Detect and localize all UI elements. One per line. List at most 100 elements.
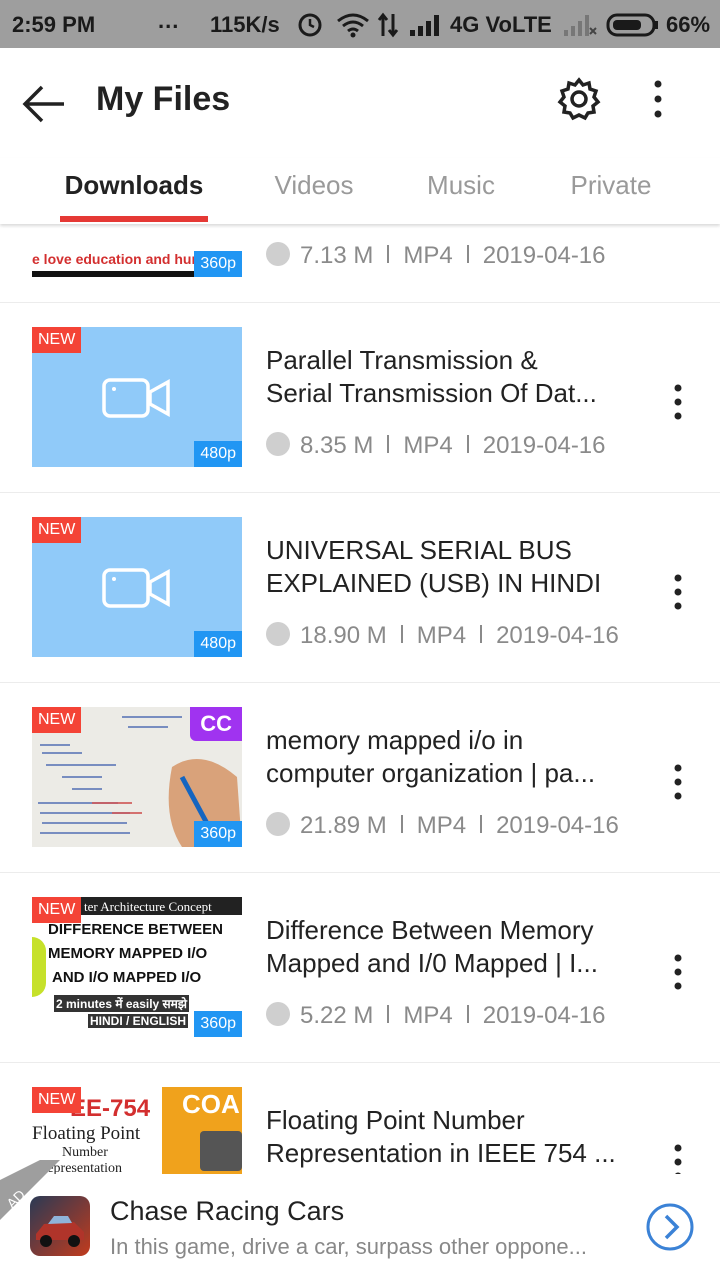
video-title[interactable]: UNIVERSAL SERIAL BUS EXPLAINED (USB) IN … xyxy=(266,534,626,600)
item-more-icon[interactable] xyxy=(660,572,696,612)
signal-icon xyxy=(410,15,439,36)
downloaded-check-icon xyxy=(266,242,290,266)
list-item[interactable]: EE-754 COA Floating Point Number Represe… xyxy=(0,1062,720,1174)
wifi-icon xyxy=(337,13,369,38)
meta-divider xyxy=(466,1005,469,1023)
item-more-icon[interactable] xyxy=(660,1142,696,1174)
file-date: 2019-04-16 xyxy=(482,1002,606,1029)
downloaded-check-icon xyxy=(266,432,290,456)
video-title-line1: Parallel Transmission & xyxy=(266,345,538,375)
video-camera-icon xyxy=(102,568,170,608)
resolution-badge: 480p xyxy=(194,631,242,657)
video-thumbnail[interactable]: NEW 480p xyxy=(32,517,242,657)
resolution-badge: 360p xyxy=(194,251,242,277)
tab-videos[interactable]: Videos xyxy=(252,170,376,201)
thumbnail-line: 2 minutes में easily समझे xyxy=(54,995,189,1012)
downloaded-check-icon xyxy=(266,1002,290,1026)
video-title-line2: computer organization | pa... xyxy=(266,758,596,788)
thumbnail-line: EE-754 xyxy=(70,1095,151,1122)
file-format: MP4 xyxy=(403,1002,453,1029)
file-date: 2019-04-16 xyxy=(482,432,606,459)
file-format: MP4 xyxy=(416,622,467,649)
tab-music[interactable]: Music xyxy=(402,170,520,201)
downloaded-check-icon xyxy=(266,622,290,646)
item-more-icon[interactable] xyxy=(660,762,696,802)
video-title-line1: memory mapped i/o in xyxy=(266,725,524,755)
list-item[interactable]: e love education and humanity 360p 7.13 … xyxy=(0,224,720,303)
video-title-line2: Mapped and I/0 Mapped | I... xyxy=(266,948,598,978)
new-badge: NEW xyxy=(32,327,82,353)
page-title: My Files xyxy=(96,80,231,118)
app-bar: My Files xyxy=(0,48,720,158)
video-title-line2: EXPLAINED (USB) IN HINDI xyxy=(266,568,602,598)
back-arrow-icon[interactable] xyxy=(18,78,70,130)
video-title-line1: UNIVERSAL SERIAL BUS xyxy=(266,535,572,565)
list-item[interactable]: NEW 480p Parallel Transmission & Serial … xyxy=(0,302,720,493)
video-title[interactable]: Parallel Transmission & Serial Transmiss… xyxy=(266,344,626,410)
tab-downloads[interactable]: Downloads xyxy=(60,170,208,201)
video-title-line2: Representation in IEEE 754 ... xyxy=(266,1138,616,1168)
item-more-icon[interactable] xyxy=(660,952,696,992)
new-badge: NEW xyxy=(32,517,82,543)
thumbnail-line: ter Architecture Concept xyxy=(84,899,212,914)
video-title-line2: Serial Transmission Of Dat... xyxy=(266,378,597,408)
item-more-icon[interactable] xyxy=(660,382,696,422)
file-format: MP4 xyxy=(403,432,453,459)
battery-icon xyxy=(606,13,658,37)
status-net-speed: 115K/s xyxy=(210,12,280,37)
video-title[interactable]: Floating Point Number Representation in … xyxy=(266,1104,626,1170)
tab-private[interactable]: Private xyxy=(552,170,670,201)
meta-divider xyxy=(387,245,390,263)
video-camera-icon xyxy=(102,378,170,418)
video-thumbnail[interactable]: ter Architecture Concept DIFFERENCE BETW… xyxy=(32,897,242,1037)
more-options-icon[interactable] xyxy=(640,76,676,122)
file-date: 2019-04-16 xyxy=(482,242,606,269)
video-title[interactable]: memory mapped i/o in computer organizati… xyxy=(266,724,626,790)
new-badge: NEW xyxy=(32,1087,82,1113)
file-date: 2019-04-16 xyxy=(496,622,619,649)
meta-divider xyxy=(480,815,483,833)
thumbnail-line: HINDI / ENGLISH xyxy=(88,1014,189,1028)
meta-divider xyxy=(400,815,403,833)
thumbnail-bar xyxy=(32,271,202,277)
file-size: 8.35 M xyxy=(300,432,374,459)
meta-divider xyxy=(466,435,469,453)
ad-banner[interactable]: Chase Racing Cars In this game, drive a … xyxy=(0,1174,720,1280)
ad-title[interactable]: Chase Racing Cars xyxy=(110,1196,344,1227)
file-meta: 21.89 M MP4 2019-04-16 xyxy=(266,812,619,840)
status-battery-level: 66% xyxy=(666,12,711,37)
signal-off-icon xyxy=(564,15,597,36)
resolution-badge: 480p xyxy=(194,441,242,467)
file-meta: 18.90 M MP4 2019-04-16 xyxy=(266,622,619,650)
new-badge: NEW xyxy=(32,897,82,923)
meta-divider xyxy=(387,435,390,453)
file-date: 2019-04-16 xyxy=(496,812,619,839)
video-thumbnail[interactable]: e love education and humanity 360p xyxy=(32,224,242,277)
list-item[interactable]: ter Architecture Concept DIFFERENCE BETW… xyxy=(0,872,720,1063)
resolution-badge: 360p xyxy=(194,821,242,847)
video-title-line1: Difference Between Memory xyxy=(266,915,594,945)
file-size: 7.13 M xyxy=(300,242,374,269)
file-size: 5.22 M xyxy=(300,1002,374,1029)
gear-icon[interactable] xyxy=(556,76,602,122)
video-thumbnail[interactable]: NEW CC 360p xyxy=(32,707,242,847)
video-thumbnail[interactable]: EE-754 COA Floating Point Number Represe… xyxy=(32,1087,242,1174)
status-network-type: 4G VoLTE xyxy=(450,12,552,37)
list-item[interactable]: NEW CC 360p memory mapped i/o in compute… xyxy=(0,682,720,873)
list-item[interactable]: NEW 480p UNIVERSAL SERIAL BUS EXPLAINED … xyxy=(0,492,720,683)
thumbnail-line: COA xyxy=(182,1089,240,1119)
file-format: MP4 xyxy=(403,242,453,269)
meta-divider xyxy=(466,245,469,263)
video-thumbnail[interactable]: NEW 480p xyxy=(32,327,242,467)
video-title[interactable]: Difference Between Memory Mapped and I/0… xyxy=(266,914,626,980)
computer-image xyxy=(200,1131,242,1171)
file-size: 21.89 M xyxy=(300,812,387,839)
file-meta: 5.22 M MP4 2019-04-16 xyxy=(266,1002,606,1030)
tab-bar: Downloads Videos Music Private xyxy=(0,158,720,224)
chevron-right-icon[interactable] xyxy=(645,1202,695,1252)
download-list[interactable]: e love education and humanity 360p 7.13 … xyxy=(0,224,720,1174)
file-meta: 7.13 M MP4 2019-04-16 xyxy=(266,242,606,270)
thumbnail-line: Number xyxy=(62,1145,108,1160)
file-meta: 8.35 M MP4 2019-04-16 xyxy=(266,432,606,460)
status-time: 2:59 PM xyxy=(12,12,96,37)
